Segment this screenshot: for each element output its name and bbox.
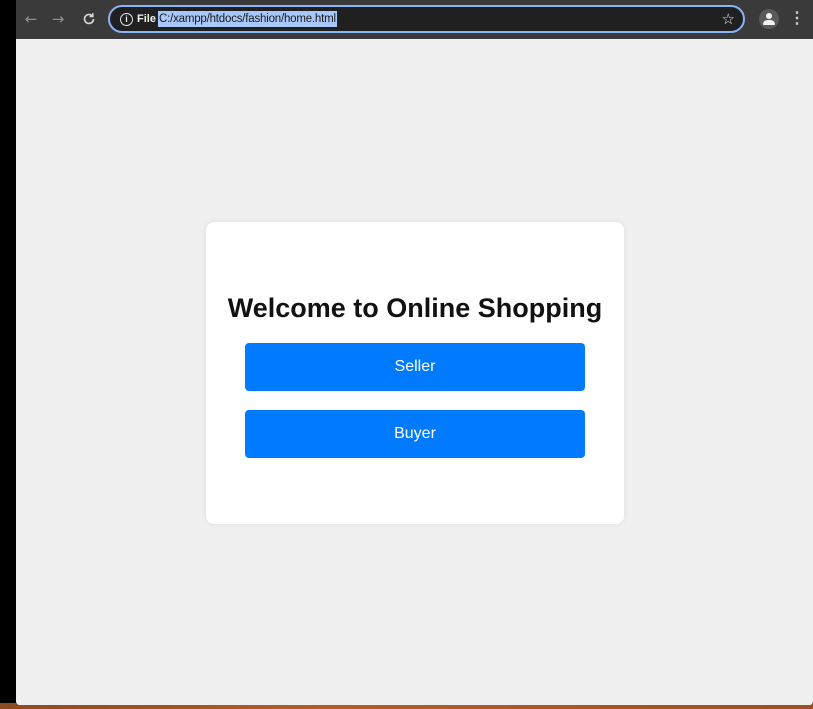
page-title: Welcome to Online Shopping	[227, 293, 603, 323]
address-bar[interactable]: i File C:/xampp/htdocs/fashion/home.html…	[108, 5, 745, 33]
buyer-button[interactable]: Buyer	[245, 410, 585, 458]
page-viewport: Welcome to Online Shopping Seller Buyer	[16, 39, 813, 705]
url-text[interactable]: C:/xampp/htdocs/fashion/home.html	[158, 11, 337, 27]
kebab-menu-icon[interactable]: ⋮	[789, 9, 805, 29]
file-scheme-label: File	[137, 13, 156, 25]
forward-arrow-icon[interactable]: →	[47, 8, 69, 30]
info-icon[interactable]: i	[120, 13, 133, 26]
browser-toolbar: ← → i File C:/xampp/htdocs/fashion/home.…	[16, 0, 813, 39]
reload-icon[interactable]	[78, 8, 100, 30]
seller-button[interactable]: Seller	[245, 343, 585, 391]
profile-avatar-icon[interactable]	[759, 9, 779, 29]
back-arrow-icon[interactable]: ←	[20, 8, 42, 30]
profile-head-shape	[766, 13, 772, 19]
browser-window: ← → i File C:/xampp/htdocs/fashion/home.…	[16, 0, 813, 705]
bookmark-star-icon[interactable]: ☆	[722, 9, 735, 29]
profile-body-shape	[763, 20, 775, 25]
welcome-card: Welcome to Online Shopping Seller Buyer	[206, 222, 624, 524]
